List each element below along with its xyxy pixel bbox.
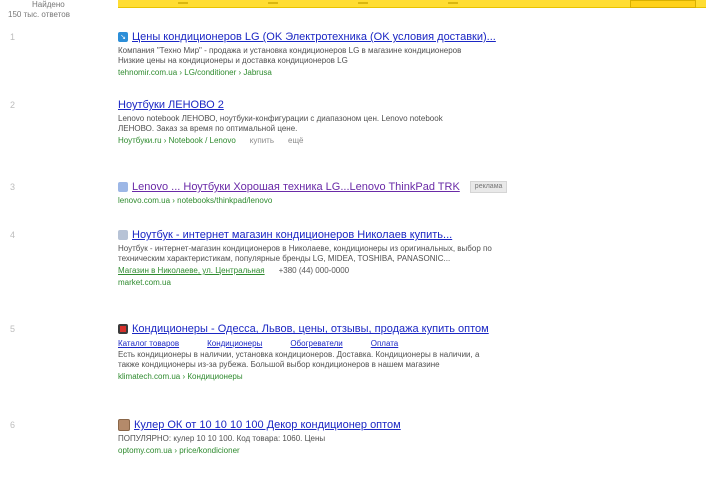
ad-banner-strip[interactable] [118,0,706,8]
results-count-label: Найдено [32,0,65,9]
strip-mark [178,2,188,4]
site-icon [118,324,128,334]
result-url[interactable]: optomy.com.ua › price/kondicioner [118,446,240,456]
strip-mark [268,2,278,4]
result-url[interactable]: lenovo.com.ua › notebooks/thinkpad/lenov… [118,196,272,206]
ad-badge: реклама [469,181,508,193]
result-url[interactable]: tehnomir.com.ua › LG/conditioner › Jabru… [118,68,272,78]
result-description-line: техническим характеристикам, популярные … [118,254,451,263]
result-description: Ноутбук - интернет-магазин кондиционеров… [118,244,638,264]
result-number: 6 [10,420,16,430]
result-title-link[interactable]: Ноутбуки ЛЕНОВО 2 [118,99,224,111]
result-content: ↘ Цены кондиционеров LG (OK Электротехни… [118,30,638,78]
result-description-line: также кондиционеры из-за рубежа. Большой… [118,360,440,369]
sitelink[interactable]: Обогреватели [290,339,342,348]
result-extra-link[interactable]: ещё [288,136,303,146]
result-description: Есть кондиционеры в наличии, установка к… [118,350,638,370]
result-description: Компания "Техно Мир" - продажа и установ… [118,46,638,66]
result-number: 1 [10,32,16,42]
results-count: Найдено 150 тыс. ответов [8,0,98,20]
result-description: ПОПУЛЯРНО: кулер 10 10 100. Код товара: … [118,434,638,444]
arrow-icon: ↘ [118,32,128,42]
result-content: Кондиционеры - Одесса, Львов, цены, отзы… [118,322,638,382]
sitelink[interactable]: Кондиционеры [207,339,262,348]
sitelink[interactable]: Оплата [371,339,399,348]
sitelink[interactable]: Каталог товаров [118,339,179,348]
result-url[interactable]: market.com.ua [118,278,171,288]
result-description-line: Низкие цены на кондиционеры и доставка к… [118,56,348,65]
result-title-link[interactable]: Кондиционеры - Одесса, Львов, цены, отзы… [132,323,489,335]
result-url[interactable]: klimatech.com.ua › Кондиционеры [118,372,243,382]
result-description-line: Lenovo notebook ЛЕНОВО, ноутбуки-конфигу… [118,114,443,123]
result-content: Ноутбук - интернет магазин кондиционеров… [118,228,638,288]
result-number: 5 [10,324,16,334]
site-icon [118,182,128,192]
result-content: Lenovo ... Ноутбуки Хорошая техника LG..… [118,180,638,206]
result-description-line: Ноутбук - интернет-магазин кондиционеров… [118,244,492,253]
results-count-value: 150 тыс. ответов [8,10,70,19]
result-number: 2 [10,100,16,110]
result-title-link[interactable]: Цены кондиционеров LG (OK Электротехника… [132,31,496,43]
result-description: Lenovo notebook ЛЕНОВО, ноутбуки-конфигу… [118,114,638,134]
site-icon [118,419,130,431]
strip-mark [358,2,368,4]
result-sitelinks: Каталог товаров Кондиционеры Обогревател… [118,339,638,348]
result-title-link[interactable]: Кулер ОК от 10 10 10 100 Декор кондицион… [134,419,401,431]
result-phone: +380 (44) 000-0000 [278,266,350,275]
result-description-line: ЛЕНОВО. Заказ за время по оптимальной це… [118,124,298,133]
site-icon [118,230,128,240]
result-title-link[interactable]: Ноутбук - интернет магазин кондиционеров… [132,229,452,241]
strip-button[interactable] [630,0,696,8]
strip-mark [448,2,458,4]
result-number: 4 [10,230,16,240]
result-description-line: ПОПУЛЯРНО: кулер 10 10 100. Код товара: … [118,434,326,443]
result-description-line: Компания "Техно Мир" - продажа и установ… [118,46,462,55]
result-content: Ноутбуки ЛЕНОВО 2 Lenovo notebook ЛЕНОВО… [118,98,638,146]
result-title-link[interactable]: Lenovo ... Ноутбуки Хорошая техника LG..… [132,181,460,193]
result-address-link[interactable]: Магазин в Николаеве, ул. Центральная [118,266,265,276]
result-url[interactable]: Ноутбуки.ru › Notebook / Lenovo [118,136,236,146]
result-number: 3 [10,182,16,192]
result-extra-link[interactable]: купить [250,136,274,146]
result-content: Кулер ОК от 10 10 10 100 Декор кондицион… [118,418,638,456]
result-description-line: Есть кондиционеры в наличии, установка к… [118,350,480,359]
